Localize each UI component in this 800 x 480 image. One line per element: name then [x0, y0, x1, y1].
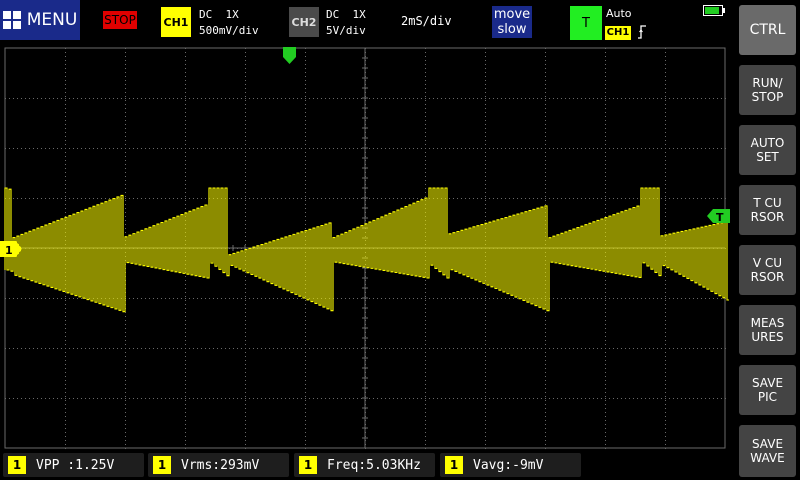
run-stop-button[interactable]: RUN/ STOP: [739, 65, 796, 115]
measurement-freq[interactable]: 1 Freq:5.03KHz: [294, 453, 435, 477]
measurement-vavg[interactable]: 1 Vavg:-9mV: [440, 453, 581, 477]
ch1-scale: 500mV/div: [199, 24, 259, 37]
trigger-mode: Auto: [606, 7, 632, 20]
move-speed-label: slow: [497, 22, 527, 37]
battery-fill: [705, 7, 720, 14]
move-speed-button[interactable]: move slow: [492, 6, 532, 38]
rising-edge-icon: [637, 25, 647, 42]
measurement-channel-tag: 1: [445, 456, 463, 474]
ch2-coupling: DC 1X: [326, 8, 366, 21]
trigger-level-marker[interactable]: T: [707, 209, 730, 224]
measurement-channel-tag: 1: [8, 456, 26, 474]
ch2-tag[interactable]: CH2: [289, 7, 319, 37]
ch1-marker-label: 1: [5, 244, 13, 257]
measurement-value: VPP :1.25V: [36, 457, 115, 473]
measurement-channel-tag: 1: [153, 456, 171, 474]
trigger-source: CH1: [605, 26, 631, 40]
move-label: move: [493, 7, 531, 22]
measurement-value: Freq:5.03KHz: [327, 457, 421, 473]
timebase-readout[interactable]: 2mS/div: [401, 14, 452, 28]
trigger-marker-label: T: [716, 211, 724, 224]
measurement-vpp[interactable]: 1 VPP :1.25V: [3, 453, 144, 477]
ctrl-button[interactable]: CTRL: [739, 5, 796, 55]
auto-set-button[interactable]: AUTO SET: [739, 125, 796, 175]
ch1-info: DC 1X 500mV/div: [199, 7, 259, 39]
menu-label: MENU: [26, 10, 78, 30]
scope-screen[interactable]: 1 T: [0, 45, 730, 450]
save-wave-button[interactable]: SAVE WAVE: [739, 425, 796, 477]
measurement-value: Vavg:-9mV: [473, 457, 544, 473]
battery-icon: [703, 5, 723, 16]
ch1-waveform: [4, 187, 729, 313]
trigger-tag[interactable]: T: [570, 6, 602, 40]
save-pic-button[interactable]: SAVE PIC: [739, 365, 796, 415]
ch2-scale: 5V/div: [326, 24, 366, 37]
t-cursor-button[interactable]: T CU RSOR: [739, 185, 796, 235]
trigger-position-marker[interactable]: [283, 47, 296, 64]
menu-button[interactable]: MENU: [0, 0, 80, 40]
v-cursor-button[interactable]: V CU RSOR: [739, 245, 796, 295]
ch2-info: DC 1X 5V/div: [326, 7, 366, 39]
measurement-value: Vrms:293mV: [181, 457, 260, 473]
measures-button[interactable]: MEAS URES: [739, 305, 796, 355]
ch1-coupling: DC 1X: [199, 8, 239, 21]
ch1-tag[interactable]: CH1: [161, 7, 191, 37]
run-state-badge[interactable]: STOP: [103, 11, 137, 29]
measurement-vrms[interactable]: 1 Vrms:293mV: [148, 453, 289, 477]
battery-tip: [723, 8, 725, 13]
measurement-channel-tag: 1: [299, 456, 317, 474]
menu-grid-icon: [2, 11, 21, 29]
